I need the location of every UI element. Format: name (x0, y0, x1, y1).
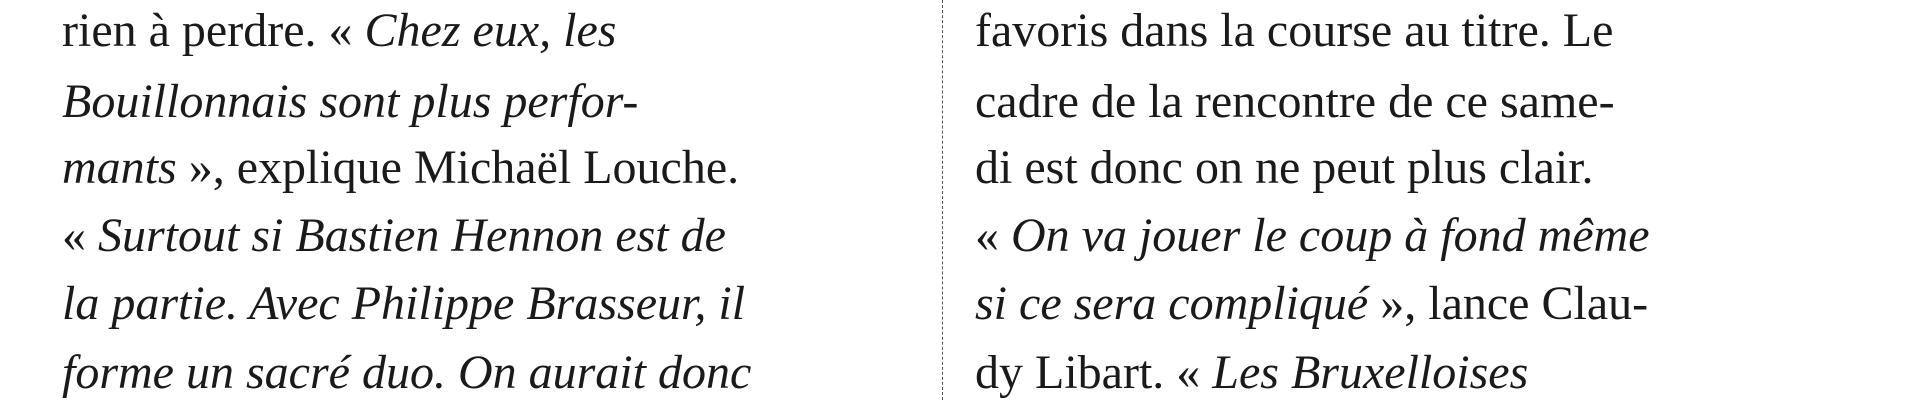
quote-segment: Surtout si Bastien Hennon est de (98, 209, 726, 262)
text-segment: « (62, 209, 98, 262)
text-segment: cadre de la rencontre de ce same- (975, 75, 1615, 128)
text-line: di est donc on ne peut plus clair. (975, 140, 1594, 195)
text-line: si ce sera compliqué », lance Clau- (975, 276, 1648, 331)
quote-segment: si ce sera compliqué (975, 277, 1369, 330)
quote-segment: On va jouer le coup à fond même (1011, 209, 1650, 262)
quote-segment: Les Bruxelloises (1212, 346, 1529, 399)
right-text-column: favoris dans la course au titre. Le cadr… (975, 0, 1895, 400)
text-line: dy Libart. « Les Bruxelloises (975, 345, 1528, 400)
text-line: « Surtout si Bastien Hennon est de (62, 208, 726, 263)
quote-segment: mants (62, 141, 177, 194)
text-segment: », lance Clau- (1368, 277, 1649, 330)
text-segment: « (975, 209, 1011, 262)
quote-segment: Chez eux, les (364, 4, 617, 57)
quote-segment: forme un sacré duo. On aurait donc (62, 346, 752, 399)
text-line: forme un sacré duo. On aurait donc (62, 345, 751, 400)
text-line: cadre de la rencontre de ce same- (975, 74, 1615, 129)
quote-segment: la partie. Avec Philippe Brasseur, il (62, 277, 746, 330)
text-line: Bouillonnais sont plus perfor- (62, 74, 638, 129)
text-line: la partie. Avec Philippe Brasseur, il (62, 276, 745, 331)
text-segment: dy Libart. « (975, 346, 1213, 399)
text-segment: di est donc on ne peut plus clair. (975, 141, 1594, 194)
text-segment: rien à perdre. « (62, 4, 365, 57)
text-line: mants », explique Michaël Louche. (62, 140, 739, 195)
text-segment: favoris dans la course au titre. Le (975, 4, 1614, 57)
column-divider (942, 0, 943, 400)
left-text-column: rien à perdre. « Chez eux, les Bouillonn… (62, 0, 942, 400)
text-line: favoris dans la course au titre. Le (975, 3, 1613, 58)
quote-segment: Bouillonnais sont plus perfor- (62, 75, 639, 128)
text-line: « On va jouer le coup à fond même (975, 208, 1650, 263)
text-line: rien à perdre. « Chez eux, les (62, 3, 616, 58)
text-segment: », explique Michaël Louche. (176, 141, 740, 194)
